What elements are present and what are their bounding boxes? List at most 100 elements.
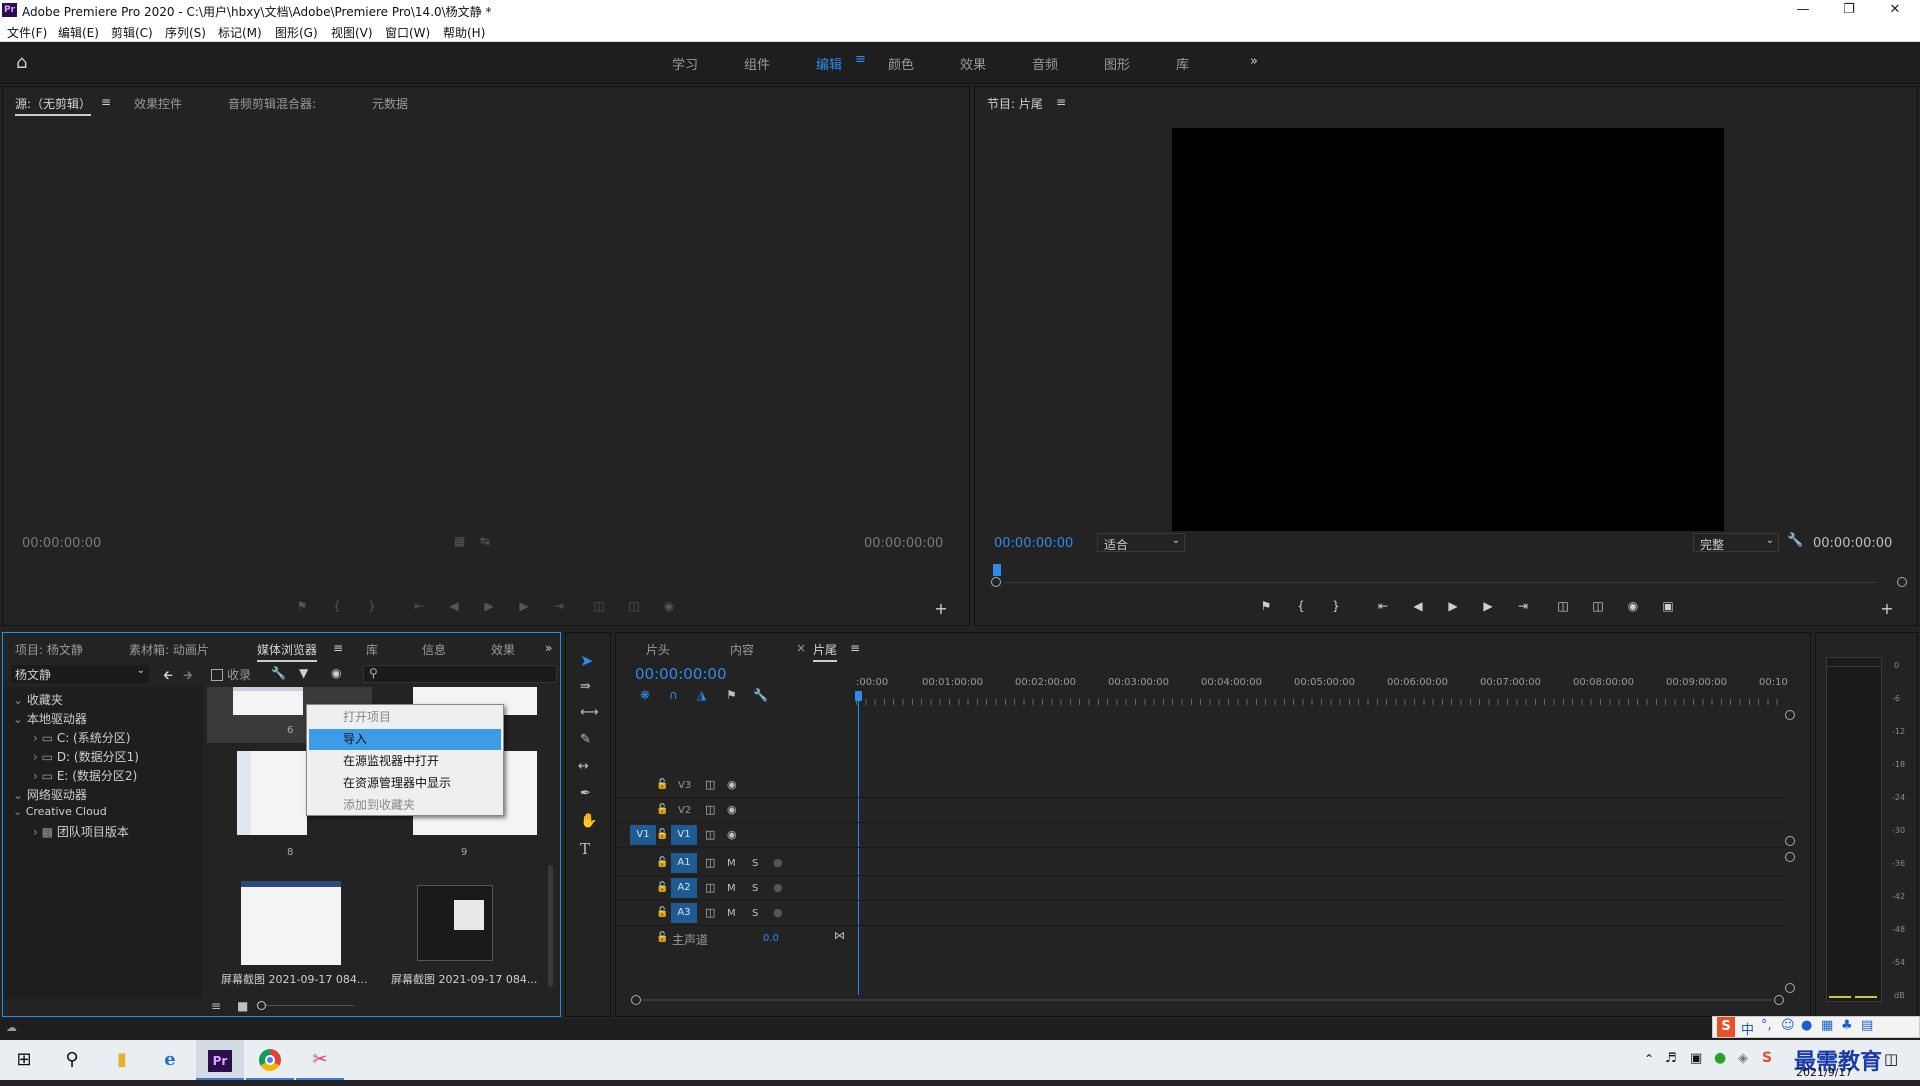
mute-button[interactable]: M (727, 883, 736, 894)
tray-app-icon[interactable]: ◈ (1738, 1051, 1748, 1066)
track-v1[interactable]: V1 🔓 V1 ◫ ◉ (616, 824, 1786, 848)
view-eye-icon[interactable]: ◉ (331, 666, 341, 680)
track-select-tool-icon[interactable]: ⇛ (580, 679, 591, 694)
master-volume-value[interactable]: 0.0 (763, 933, 779, 944)
microphone-icon[interactable]: ● (773, 881, 783, 894)
tab-source[interactable]: 源:（无剪辑） (15, 95, 92, 116)
ime-mode-label[interactable]: 中 (1741, 1019, 1754, 1038)
voice-icon[interactable]: ● (1801, 1018, 1812, 1033)
source-menu-icon[interactable]: ≡ (101, 95, 111, 109)
list-view-icon[interactable]: ≡ (211, 999, 221, 1013)
mark-in-icon[interactable]: { (326, 599, 348, 613)
sync-lock-icon[interactable]: ◫ (705, 856, 715, 869)
lock-icon[interactable]: 🔓 (656, 907, 668, 918)
go-to-out-icon[interactable]: ⇥ (1512, 599, 1534, 613)
lock-icon[interactable]: 🔓 (656, 779, 668, 790)
close-tab-icon[interactable]: × (796, 641, 806, 655)
menu-item-open-project[interactable]: 打开项目 (309, 707, 501, 728)
home-icon[interactable]: ⌂ (16, 52, 27, 73)
media-browser-menu-icon[interactable]: ≡ (333, 641, 343, 655)
zoom-handle-right[interactable] (1897, 577, 1907, 587)
forward-arrow-icon[interactable]: 🡲 (183, 666, 193, 687)
microphone-icon[interactable]: ● (773, 856, 783, 869)
snap-magnet-icon[interactable]: ∩ (669, 688, 678, 702)
eye-icon[interactable]: ◉ (727, 803, 737, 816)
punctuation-icon[interactable]: °, (1761, 1018, 1772, 1033)
workspace-audio[interactable]: 音频 (1032, 54, 1058, 73)
lock-icon[interactable]: 🔓 (656, 882, 668, 893)
tab-sequence-content[interactable]: 内容 (730, 641, 754, 658)
icon-view-icon[interactable]: ■ (237, 999, 248, 1013)
solo-button[interactable]: S (752, 883, 758, 894)
edge-browser-icon[interactable]: e (146, 1040, 194, 1080)
search-input[interactable]: ⚲ (363, 665, 557, 683)
eye-icon[interactable]: ◉ (727, 828, 737, 841)
menu-marker[interactable]: 标记(M) (218, 24, 262, 41)
source-drag-icon[interactable]: ↹ (480, 534, 490, 548)
restore-icon[interactable]: ❐ (1826, 0, 1872, 20)
workspace-graphics[interactable]: 图形 (1104, 54, 1130, 73)
sync-lock-icon[interactable]: ◫ (705, 881, 715, 894)
tab-sequence-opening[interactable]: 片头 (646, 641, 670, 658)
hand-tool-icon[interactable]: ✋ (580, 813, 597, 829)
ingest-settings-wrench-icon[interactable]: 🔧 (271, 666, 286, 680)
chrome-icon[interactable] (246, 1040, 294, 1080)
file-explorer-icon[interactable]: ▮ (98, 1040, 146, 1080)
lock-icon[interactable]: 🔓 (656, 932, 668, 943)
hscroll-left[interactable] (631, 995, 641, 1005)
track-name[interactable]: A3 (671, 903, 697, 923)
toolbox-icon[interactable]: ▤ (1861, 1018, 1873, 1033)
track-master[interactable]: 🔓 主声道 0.0 ⋈ (616, 927, 1786, 951)
track-name[interactable]: V1 (671, 825, 697, 845)
menu-file[interactable]: 文件(F) (7, 24, 47, 41)
speaker-icon[interactable]: ♬ (1665, 1051, 1677, 1066)
export-frame-icon[interactable]: ◉ (1622, 599, 1644, 613)
screenshot-tool-icon[interactable]: ✂ (296, 1040, 344, 1080)
timeline-timecode[interactable]: 00:00:00:00 (635, 665, 727, 683)
sync-lock-icon[interactable]: ◫ (705, 778, 715, 791)
tab-media-browser[interactable]: 媒体浏览器 (257, 641, 318, 662)
tab-metadata[interactable]: 元数据 (372, 95, 408, 112)
razor-tool-icon[interactable]: ✎ (580, 732, 591, 747)
ingest-checkbox[interactable] (211, 669, 223, 681)
solo-button[interactable]: S (752, 908, 758, 919)
fit-dropdown[interactable]: 适合 ⌄ (1097, 533, 1185, 552)
marker-icon[interactable]: ⚑ (1255, 599, 1277, 613)
play-icon[interactable]: ▶ (478, 599, 500, 613)
timeline-ruler[interactable]: :00:00 00:01:00:00 00:02:00:00 00:03:00:… (856, 677, 1788, 711)
windows-start-icon[interactable]: ⊞ (0, 1040, 48, 1080)
tab-sequence-ending[interactable]: 片尾 (813, 641, 838, 662)
close-icon[interactable]: ✕ (1872, 0, 1918, 20)
tab-bin[interactable]: 素材箱: 动画片 (129, 641, 209, 658)
mute-button[interactable]: M (727, 858, 736, 869)
go-to-out-icon[interactable]: ⇥ (548, 599, 570, 613)
linked-selection-icon[interactable]: ◮ (697, 688, 706, 702)
sync-lock-icon[interactable]: ◫ (705, 803, 715, 816)
sogou-ime-icon[interactable]: S (1717, 1017, 1735, 1037)
timeline-menu-icon[interactable]: ≡ (850, 641, 860, 655)
track-name[interactable]: A2 (671, 878, 697, 898)
insert-icon[interactable]: ◫ (588, 599, 610, 613)
tree-item-drive-e[interactable]: › ▭ E: (数据分区2) (33, 767, 137, 784)
tab-effect-controls[interactable]: 效果控件 (134, 95, 182, 112)
pen-tool-icon[interactable]: ✒ (580, 786, 591, 801)
menu-view[interactable]: 视图(V) (331, 24, 373, 41)
export-frame-icon[interactable]: ◉ (658, 599, 680, 613)
step-forward-icon[interactable]: ▶ (513, 599, 535, 613)
notification-icon[interactable]: ◫ (1884, 1050, 1898, 1068)
location-dropdown[interactable]: 杨文静 ⌄ (11, 665, 149, 683)
nest-toggle-icon[interactable]: ❋ (640, 688, 650, 702)
extract-icon[interactable]: ◫ (1587, 599, 1609, 613)
sync-lock-icon[interactable]: ◫ (705, 906, 715, 919)
overwrite-icon[interactable]: ◫ (623, 599, 645, 613)
menu-item-open-in-source[interactable]: 在源监视器中打开 (309, 751, 501, 772)
menu-sequence[interactable]: 序列(S) (165, 24, 206, 41)
marker-icon[interactable]: ⚑ (291, 599, 313, 613)
track-name[interactable]: A1 (671, 853, 697, 873)
more-panels-icon[interactable]: » (545, 641, 552, 655)
program-playhead[interactable] (993, 564, 1001, 576)
lock-icon[interactable]: 🔓 (656, 829, 668, 840)
comparison-view-icon[interactable]: ▣ (1657, 599, 1679, 613)
menu-window[interactable]: 窗口(W) (385, 24, 430, 41)
vscroll-video-top[interactable] (1785, 710, 1795, 720)
